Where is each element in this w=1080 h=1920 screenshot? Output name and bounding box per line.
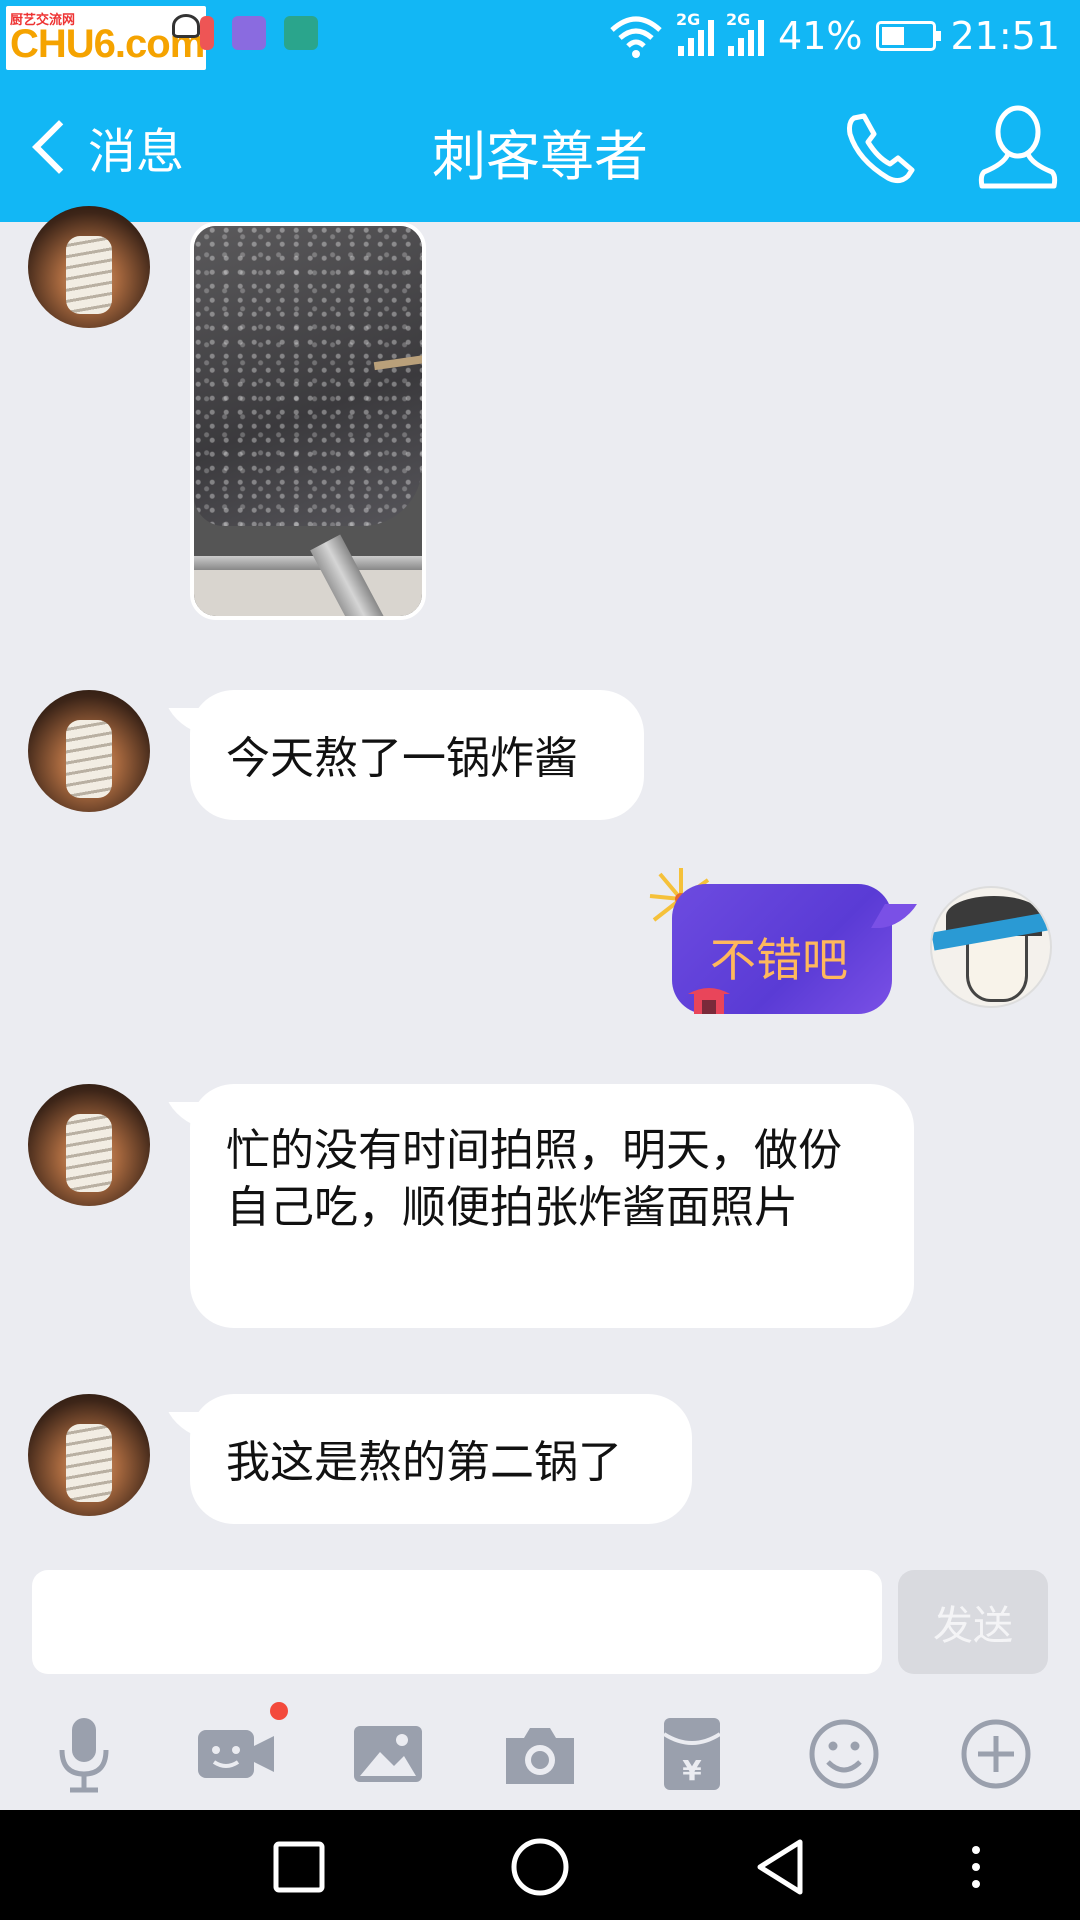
yen-symbol: ¥ bbox=[682, 1754, 702, 1787]
message-bubble[interactable]: 忙的没有时间拍照，明天，做份自己吃，顺便拍张炸酱面照片 bbox=[190, 1084, 914, 1328]
camera-icon bbox=[506, 1728, 574, 1784]
chat-toolbar: ¥ bbox=[0, 1700, 1080, 1810]
more-vertical-icon bbox=[972, 1846, 980, 1888]
friend-avatar[interactable] bbox=[28, 1394, 150, 1516]
clock: 21:51 bbox=[950, 14, 1060, 58]
signal-icon-2: 2G bbox=[726, 10, 765, 56]
sauce-pan-photo bbox=[194, 226, 422, 526]
friend-avatar[interactable] bbox=[28, 690, 150, 812]
battery-icon bbox=[876, 21, 942, 51]
video-call-button[interactable] bbox=[194, 1712, 278, 1796]
send-button[interactable]: 发送 bbox=[898, 1570, 1048, 1674]
circle-icon bbox=[511, 1838, 569, 1896]
self-avatar[interactable] bbox=[930, 886, 1052, 1008]
pagoda-decoration-icon bbox=[688, 988, 730, 1014]
gallery-notification-icon bbox=[232, 16, 266, 50]
back-nav-button[interactable] bbox=[746, 1832, 816, 1902]
battery-percent: 41% bbox=[778, 14, 863, 58]
home-button[interactable] bbox=[505, 1832, 575, 1902]
menu-button[interactable] bbox=[956, 1832, 996, 1902]
message-bubble[interactable]: 我这是熬的第二锅了 bbox=[190, 1394, 692, 1524]
recent-apps-button[interactable] bbox=[264, 1832, 334, 1902]
plus-icon bbox=[961, 1719, 1031, 1789]
video-icon bbox=[198, 1730, 274, 1778]
triangle-back-icon bbox=[757, 1839, 803, 1895]
wifi-icon bbox=[610, 16, 662, 58]
photo-album-button[interactable] bbox=[346, 1712, 430, 1796]
image-message[interactable] bbox=[190, 222, 426, 620]
chef-hat-icon bbox=[172, 14, 200, 38]
message-text: 我这是熬的第二锅了 bbox=[226, 1437, 622, 1488]
status-indicators: 2G 2G 41% 21:51 bbox=[608, 10, 1060, 62]
phone-call-button[interactable] bbox=[840, 108, 920, 188]
status-bar: 厨艺交流网 CHU6.com 2G 2G 41% 21:51 bbox=[0, 0, 1080, 72]
system-navigation-bar bbox=[0, 1810, 1080, 1920]
app-notification-icon bbox=[200, 16, 214, 50]
message-text: 今天熬了一锅炸酱 bbox=[226, 733, 578, 784]
red-packet-icon: ¥ bbox=[662, 1718, 722, 1790]
chat-header: 消息 刺客尊者 bbox=[0, 72, 1080, 222]
friend-avatar[interactable] bbox=[28, 1084, 150, 1206]
voice-button[interactable] bbox=[42, 1712, 126, 1796]
image-icon bbox=[354, 1726, 422, 1782]
new-feature-badge bbox=[270, 1702, 288, 1720]
watermark-logo: 厨艺交流网 CHU6.com bbox=[6, 6, 206, 70]
red-packet-button[interactable]: ¥ bbox=[650, 1712, 734, 1796]
phone-icon bbox=[847, 113, 915, 184]
signal-icon: 2G bbox=[676, 10, 715, 56]
more-options-button[interactable] bbox=[954, 1712, 1038, 1796]
message-text: 忙的没有时间拍照，明天，做份自己吃，顺便拍张炸酱面照片 bbox=[226, 1125, 842, 1234]
person-icon bbox=[978, 105, 1058, 189]
square-icon bbox=[273, 1841, 325, 1893]
star-notification-icon bbox=[284, 16, 318, 50]
emoji-icon bbox=[809, 1719, 879, 1789]
message-bubble[interactable]: 今天熬了一锅炸酱 bbox=[190, 690, 644, 820]
friend-avatar[interactable] bbox=[28, 206, 150, 328]
mic-icon bbox=[59, 1718, 109, 1793]
contact-profile-button[interactable] bbox=[976, 102, 1060, 192]
message-input[interactable] bbox=[32, 1570, 882, 1674]
emoji-button[interactable] bbox=[802, 1712, 886, 1796]
notification-icons bbox=[200, 16, 318, 50]
camera-button[interactable] bbox=[498, 1712, 582, 1796]
